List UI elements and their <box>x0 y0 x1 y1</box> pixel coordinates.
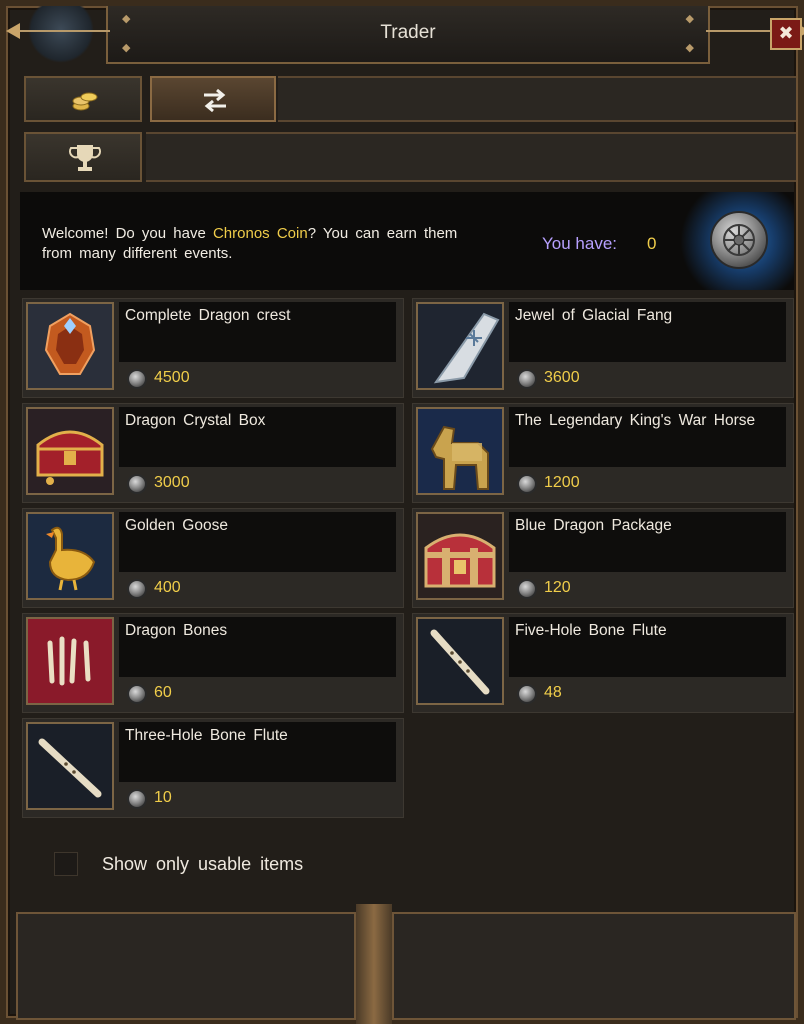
welcome-text: Welcome! Do you have <box>42 225 213 242</box>
item-card[interactable]: Dragon Crystal Box 3000 <box>22 403 404 503</box>
golden-goose-icon <box>26 512 114 600</box>
item-name: Jewel of Glacial Fang <box>515 307 673 324</box>
item-price: 1200 <box>544 474 580 491</box>
item-price: 4500 <box>154 369 190 386</box>
item-price: 3600 <box>544 369 580 386</box>
item-price: 60 <box>154 684 172 701</box>
item-card[interactable]: Jewel of Glacial Fang 3600 <box>412 298 794 398</box>
category-tabs <box>20 72 796 124</box>
usable-items-checkbox[interactable] <box>54 852 78 876</box>
package-chest-icon <box>416 512 504 600</box>
tab-trophy[interactable] <box>24 132 142 182</box>
chronos-coin-icon <box>127 684 147 704</box>
title-bar: ◆ ◆ ◆ ◆ Trader <box>106 6 710 64</box>
item-price: 3000 <box>154 474 190 491</box>
item-name-box: The Legendary King's War Horse <box>509 407 786 467</box>
welcome-message: Welcome! Do you have Chronos Coin? You c… <box>42 224 482 264</box>
tab-coins[interactable] <box>24 76 142 122</box>
item-name: Blue Dragon Package <box>515 517 672 534</box>
chronos-coin-icon <box>517 369 537 389</box>
chronos-coin-icon <box>127 579 147 599</box>
item-name: Three-Hole Bone Flute <box>125 727 288 744</box>
usable-items-label: Show only usable items <box>102 854 304 874</box>
item-price: 10 <box>154 789 172 806</box>
item-card[interactable]: Blue Dragon Package 120 <box>412 508 794 608</box>
chronos-coin-icon <box>517 474 537 494</box>
bones-icon <box>26 617 114 705</box>
close-icon: ✖ <box>778 23 794 44</box>
item-card[interactable]: Complete Dragon crest 4500 <box>22 298 404 398</box>
chronos-coin-icon <box>127 789 147 809</box>
chronos-coin-icon <box>517 579 537 599</box>
item-name-box: Complete Dragon crest <box>119 302 396 362</box>
item-name-box: Dragon Bones <box>119 617 396 677</box>
footer-panel-left <box>16 912 356 1020</box>
item-price: 48 <box>544 684 562 701</box>
item-name: Golden Goose <box>125 517 228 534</box>
trader-window: ◆ ◆ ◆ ◆ Trader ✖ Welcome! Do you have Ch… <box>0 0 804 1024</box>
footer-panel-right <box>392 912 796 1020</box>
chronos-coin-icon <box>127 474 147 494</box>
item-name: Five-Hole Bone Flute <box>515 622 667 639</box>
treasure-chest-icon <box>26 407 114 495</box>
close-button[interactable]: ✖ <box>770 18 802 50</box>
balance-label: You have: <box>542 234 617 253</box>
footer <box>12 904 804 1024</box>
chronos-coin-icon <box>710 211 768 269</box>
tab-exchange[interactable] <box>150 76 276 122</box>
chronos-coin-icon <box>517 684 537 704</box>
currency-banner: Welcome! Do you have Chronos Coin? You c… <box>20 192 794 290</box>
item-price: 120 <box>544 579 571 596</box>
subcategory-tabs <box>20 128 796 184</box>
tab-strip <box>278 76 796 122</box>
exchange-icon <box>204 88 226 113</box>
item-name: The Legendary King's War Horse <box>515 412 756 429</box>
item-name-box: Three-Hole Bone Flute <box>119 722 396 782</box>
glacial-fang-icon <box>416 302 504 390</box>
currency-name: Chronos Coin <box>212 225 308 242</box>
item-card[interactable]: Golden Goose 400 <box>22 508 404 608</box>
trophy-icon <box>68 145 102 171</box>
item-name-box: Golden Goose <box>119 512 396 572</box>
item-name: Complete Dragon crest <box>125 307 291 324</box>
item-name-box: Jewel of Glacial Fang <box>509 302 786 362</box>
item-card[interactable]: Three-Hole Bone Flute 10 <box>22 718 404 818</box>
flute-icon <box>26 722 114 810</box>
tab-strip <box>146 132 796 182</box>
war-horse-icon <box>416 407 504 495</box>
chronos-coin-icon <box>127 369 147 389</box>
coins-icon <box>72 92 98 111</box>
item-card[interactable]: Five-Hole Bone Flute 48 <box>412 613 794 713</box>
item-card[interactable]: Dragon Bones 60 <box>22 613 404 713</box>
footer-divider <box>356 904 392 1024</box>
item-name-box: Five-Hole Bone Flute <box>509 617 786 677</box>
item-name: Dragon Bones <box>125 622 228 639</box>
item-name: Dragon Crystal Box <box>125 412 266 429</box>
item-name-box: Dragon Crystal Box <box>119 407 396 467</box>
left-arrow-ornament-icon <box>6 23 110 39</box>
dragon-crest-icon <box>26 302 114 390</box>
item-card[interactable]: The Legendary King's War Horse 1200 <box>412 403 794 503</box>
item-price: 400 <box>154 579 181 596</box>
balance-value: 0 <box>647 234 657 253</box>
item-name-box: Blue Dragon Package <box>509 512 786 572</box>
window-title: Trader <box>380 22 436 43</box>
flute-icon <box>416 617 504 705</box>
